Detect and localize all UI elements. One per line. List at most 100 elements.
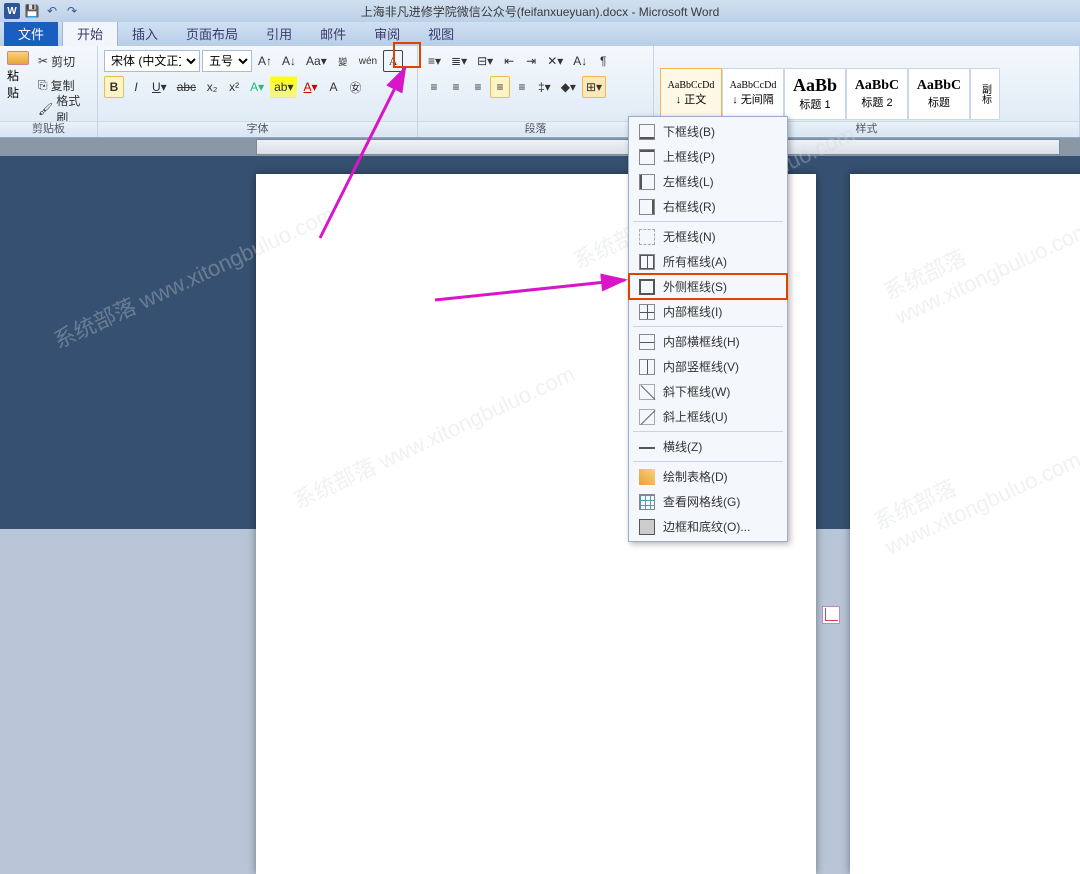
undo-icon[interactable]: ↶ xyxy=(44,3,60,19)
underline-button[interactable]: U▾ xyxy=(148,76,171,98)
menu-item-diagd[interactable]: 斜下框线(W) xyxy=(629,379,787,404)
tab-review[interactable]: 审阅 xyxy=(360,21,414,46)
character-border-button[interactable]: A xyxy=(383,50,403,72)
scissors-icon: ✂ xyxy=(38,54,48,68)
character-shading-button[interactable]: A xyxy=(324,76,344,98)
inner-border-icon xyxy=(639,304,655,320)
style-normal[interactable]: AaBbCcDd↓ 正文 xyxy=(660,68,722,120)
menu-item-outer[interactable]: 外侧框线(S) xyxy=(629,274,787,299)
right-border-icon xyxy=(639,199,655,215)
document-workspace[interactable] xyxy=(0,156,1080,529)
menu-item-shade[interactable]: 边框和底纹(O)... xyxy=(629,514,787,539)
align-center-button[interactable]: ≡ xyxy=(446,76,466,98)
tab-insert[interactable]: 插入 xyxy=(118,21,172,46)
shrink-font-button[interactable]: A↓ xyxy=(278,50,300,72)
bold-button[interactable]: B xyxy=(104,76,124,98)
innerh-border-icon xyxy=(639,334,655,350)
top-border-icon xyxy=(639,149,655,165)
bullets-button[interactable]: ≡▾ xyxy=(424,50,445,72)
redo-icon[interactable]: ↷ xyxy=(64,3,80,19)
menu-item-label: 绘制表格(D) xyxy=(663,468,728,485)
shade-border-icon xyxy=(639,519,655,535)
highlight-button[interactable]: ab▾ xyxy=(270,76,297,98)
menu-item-top[interactable]: 上框线(P) xyxy=(629,144,787,169)
borders-button[interactable]: ⊞▾ xyxy=(582,76,606,98)
hr-border-icon xyxy=(639,439,655,455)
innerv-border-icon xyxy=(639,359,655,375)
italic-button[interactable]: I xyxy=(126,76,146,98)
strikethrough-button[interactable]: abc xyxy=(173,76,200,98)
menu-item-label: 斜下框线(W) xyxy=(663,383,730,400)
smart-tag-icon[interactable] xyxy=(822,606,840,624)
draw-border-icon xyxy=(639,469,655,485)
style-heading1[interactable]: AaBb标题 1 xyxy=(784,68,846,120)
font-name-combo[interactable]: 宋体 (中文正文) xyxy=(104,50,200,72)
word-app-icon[interactable]: W xyxy=(4,3,20,19)
brush-icon: 🖌 xyxy=(38,102,53,116)
sort-button[interactable]: A↓ xyxy=(569,50,591,72)
document-page-2[interactable] xyxy=(850,174,1080,874)
paste-button[interactable]: 粘贴 xyxy=(6,50,30,102)
font-color-button[interactable]: A▾ xyxy=(299,76,321,98)
style-heading2[interactable]: AaBbC标题 2 xyxy=(846,68,908,120)
clear-format-button[interactable]: wén xyxy=(355,50,381,72)
tab-layout[interactable]: 页面布局 xyxy=(172,21,252,46)
menu-item-grid[interactable]: 查看网格线(G) xyxy=(629,489,787,514)
menu-item-all[interactable]: 所有框线(A) xyxy=(629,249,787,274)
menu-item-right[interactable]: 右框线(R) xyxy=(629,194,787,219)
tab-home[interactable]: 开始 xyxy=(62,20,118,46)
justify-button[interactable]: ≡ xyxy=(490,76,510,98)
asian-layout-button[interactable]: ✕▾ xyxy=(543,50,567,72)
menu-item-diagu[interactable]: 斜上框线(U) xyxy=(629,404,787,429)
menu-item-innerv[interactable]: 内部竖框线(V) xyxy=(629,354,787,379)
tab-mailings[interactable]: 邮件 xyxy=(306,21,360,46)
grid-border-icon xyxy=(639,494,655,510)
change-case-button[interactable]: Aa▾ xyxy=(302,50,331,72)
numbering-button[interactable]: ≣▾ xyxy=(447,50,471,72)
font-size-combo[interactable]: 五号 xyxy=(202,50,252,72)
tab-view[interactable]: 视图 xyxy=(414,21,468,46)
menu-item-none[interactable]: 无框线(N) xyxy=(629,224,787,249)
menu-item-inner[interactable]: 内部框线(I) xyxy=(629,299,787,324)
menu-item-innerh[interactable]: 内部横框线(H) xyxy=(629,329,787,354)
outer-border-icon xyxy=(639,279,655,295)
align-left-button[interactable]: ≡ xyxy=(424,76,444,98)
style-title[interactable]: AaBbC标题 xyxy=(908,68,970,120)
format-painter-button[interactable]: 🖌格式刷 xyxy=(34,98,92,120)
decrease-indent-button[interactable]: ⇤ xyxy=(499,50,519,72)
enclose-characters-button[interactable]: ㊛ xyxy=(346,76,366,98)
shading-button[interactable]: ◆▾ xyxy=(557,76,580,98)
window-title: 上海非凡进修学院微信公众号(feifanxueyuan).docx - Micr… xyxy=(361,3,720,20)
group-font-label: 字体 xyxy=(98,121,417,136)
menu-item-draw[interactable]: 绘制表格(D) xyxy=(629,464,787,489)
menu-item-hr[interactable]: 横线(Z) xyxy=(629,434,787,459)
phonetic-guide-button[interactable]: 變 xyxy=(333,50,353,72)
show-marks-button[interactable]: ¶ xyxy=(593,50,613,72)
menu-item-label: 内部框线(I) xyxy=(663,303,722,320)
tab-file[interactable]: 文件 xyxy=(4,21,58,46)
menu-item-label: 内部横框线(H) xyxy=(663,333,740,350)
subscript-button[interactable]: x₂ xyxy=(202,76,222,98)
tab-references[interactable]: 引用 xyxy=(252,21,306,46)
menu-item-bottom[interactable]: 下框线(B) xyxy=(629,119,787,144)
style-subtitle[interactable]: 副标 xyxy=(970,68,1000,120)
multilevel-button[interactable]: ⊟▾ xyxy=(473,50,497,72)
style-nospacing[interactable]: AaBbCcDd↓ 无间隔 xyxy=(722,68,784,120)
line-spacing-button[interactable]: ‡▾ xyxy=(534,76,555,98)
distribute-button[interactable]: ≡ xyxy=(512,76,532,98)
menu-separator xyxy=(633,431,783,432)
grow-font-button[interactable]: A↑ xyxy=(254,50,276,72)
group-clipboard: 粘贴 ✂剪切 ⎘复制 🖌格式刷 剪贴板 xyxy=(0,46,98,137)
group-paragraph-label: 段落 xyxy=(418,121,653,136)
superscript-button[interactable]: x² xyxy=(224,76,244,98)
group-clipboard-label: 剪贴板 xyxy=(0,121,97,136)
menu-item-left[interactable]: 左框线(L) xyxy=(629,169,787,194)
copy-icon: ⎘ xyxy=(38,78,48,93)
bottom-border-icon xyxy=(639,124,655,140)
increase-indent-button[interactable]: ⇥ xyxy=(521,50,541,72)
save-icon[interactable]: 💾 xyxy=(24,3,40,19)
align-right-button[interactable]: ≡ xyxy=(468,76,488,98)
cut-button[interactable]: ✂剪切 xyxy=(34,50,82,72)
title-bar: W 💾 ↶ ↷ 上海非凡进修学院微信公众号(feifanxueyuan).doc… xyxy=(0,0,1080,22)
text-effects-button[interactable]: A▾ xyxy=(246,76,268,98)
